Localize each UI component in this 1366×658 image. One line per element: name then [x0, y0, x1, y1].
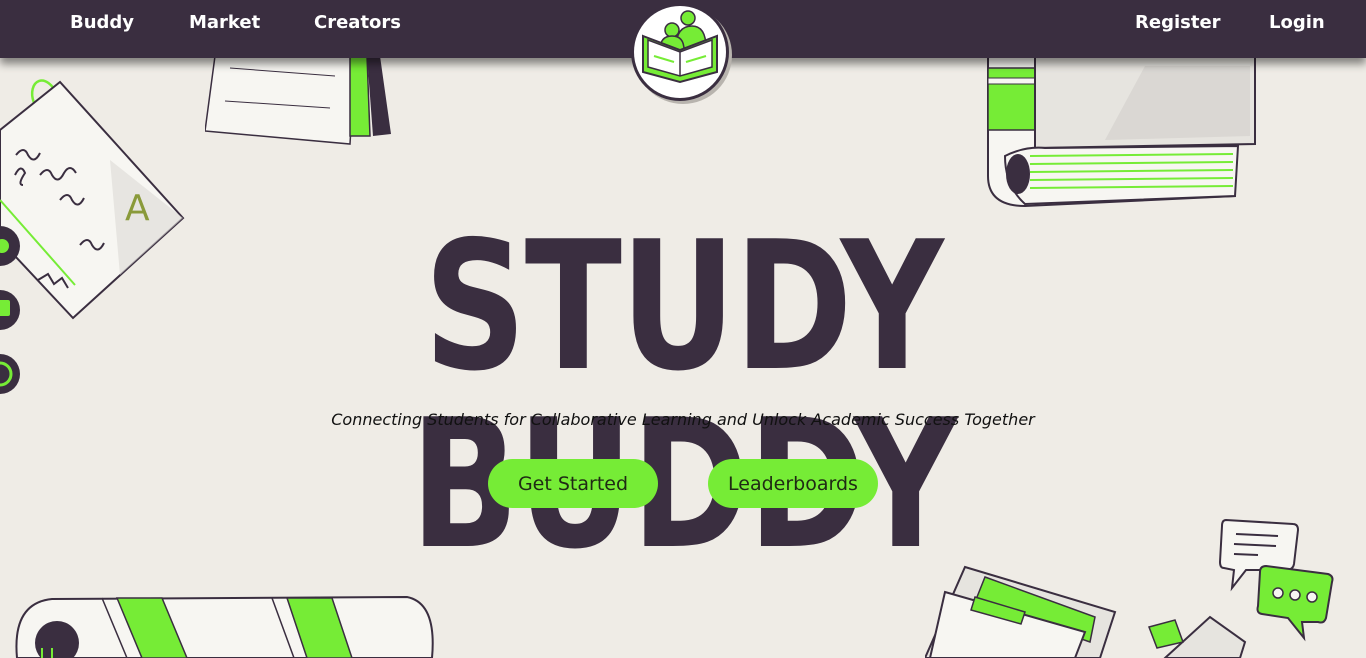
- get-started-button[interactable]: Get Started: [488, 459, 658, 508]
- hero-title: STUDY BUDDY: [410, 203, 957, 588]
- nav-link-register[interactable]: Register: [1135, 12, 1221, 33]
- book-icon: [987, 56, 1256, 208]
- paper-ribbon-icon: [205, 56, 391, 145]
- side-social-icons: [0, 226, 20, 394]
- nav-link-login[interactable]: Login: [1269, 12, 1325, 33]
- hero-tagline: Connecting Students for Collaborative Le…: [331, 410, 1035, 429]
- nav-link-buddy[interactable]: Buddy: [70, 12, 134, 33]
- rolled-book-icon: [15, 595, 434, 658]
- folder-icon: [925, 565, 1117, 658]
- chat-bubbles-icon: [1218, 518, 1334, 642]
- nav-link-market[interactable]: Market: [189, 12, 260, 33]
- site-logo[interactable]: [629, 0, 733, 104]
- nav-link-creators[interactable]: Creators: [314, 12, 401, 33]
- book-people-logo-icon: [631, 3, 732, 104]
- leaderboards-button[interactable]: Leaderboards: [708, 459, 878, 508]
